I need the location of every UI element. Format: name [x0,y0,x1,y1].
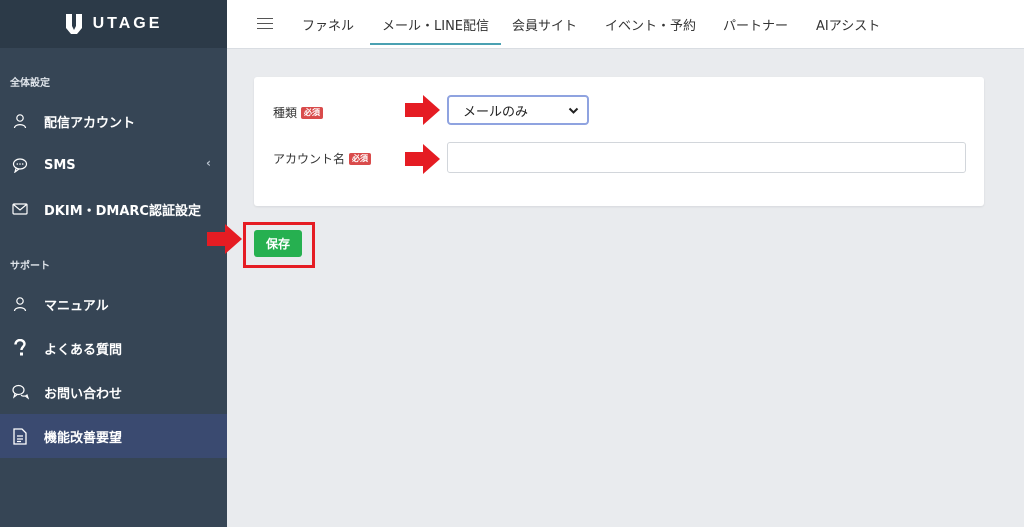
user-icon [10,296,30,312]
sidebar-item-feature-request[interactable]: 機能改善要望 [0,414,227,458]
type-label-text: 種類 [273,106,298,120]
annotation-arrow-icon [405,95,440,125]
sidebar-item-label: 配信アカウント [44,115,136,131]
chat-bubble-icon [10,157,30,173]
account-name-input[interactable] [447,142,966,173]
type-select-value: メールのみ [463,104,529,120]
sidebar-item-faq[interactable]: よくある質問 [0,326,227,370]
annotation-arrow-icon [207,224,242,254]
required-badge: 必須 [349,152,372,165]
mail-icon [10,202,30,216]
user-icon [10,113,30,129]
account-name-label: アカウント名 必須 [273,150,372,167]
sidebar-item-label: DKIM・DMARC認証設定 [44,203,201,219]
sidebar-item-label: SMS [44,157,76,173]
sidebar: UTAGE 全体設定 配信アカウント SMS ‹ DKIM・DMARC認証設定 … [0,0,227,527]
sidebar-item-contact[interactable]: お問い合わせ [0,370,227,414]
section-title-support: サポート [10,261,50,272]
form-card: 種類 必須 メールのみ アカウント名 必須 [254,77,984,206]
annotation-arrow-icon [405,144,440,174]
tab-member-site[interactable]: 会員サイト [512,15,577,34]
sidebar-item-sms[interactable]: SMS ‹ [0,143,227,187]
utage-logo-icon [65,14,82,34]
tab-mail-line-delivery[interactable]: メール・LINE配信 [370,15,502,45]
account-name-label-text: アカウント名 [273,152,346,166]
chevron-down-icon [568,107,579,114]
sidebar-item-label: 機能改善要望 [44,430,123,446]
chat-bubbles-icon [10,384,30,400]
logo[interactable]: UTAGE [0,0,227,48]
logo-text: UTAGE [92,15,163,32]
sidebar-item-label: よくある質問 [44,342,123,358]
tab-event-booking[interactable]: イベント・予約 [605,15,696,34]
sidebar-item-delivery-account[interactable]: 配信アカウント [0,99,227,143]
tab-funnel[interactable]: ファネル [302,15,354,34]
top-nav-bar: ファネル メール・LINE配信 会員サイト イベント・予約 パートナー AIアシ… [227,0,1024,49]
sidebar-item-dkim-dmarc[interactable]: DKIM・DMARC認証設定 [0,187,227,231]
sidebar-item-label: お問い合わせ [44,386,123,402]
tab-partner[interactable]: パートナー [723,15,788,34]
sidebar-item-manual[interactable]: マニュアル [0,282,227,326]
required-badge: 必須 [301,106,324,119]
chevron-left-icon: ‹ [206,156,211,170]
section-title-general-settings: 全体設定 [10,78,50,89]
type-select[interactable]: メールのみ [447,95,589,125]
document-icon [10,427,30,445]
hamburger-menu-icon[interactable] [257,14,273,34]
question-icon [10,339,30,357]
sidebar-item-label: マニュアル [44,298,109,314]
save-button[interactable]: 保存 [254,230,302,257]
tab-ai-assist[interactable]: AIアシスト [816,15,880,34]
type-label: 種類 必須 [273,104,324,121]
